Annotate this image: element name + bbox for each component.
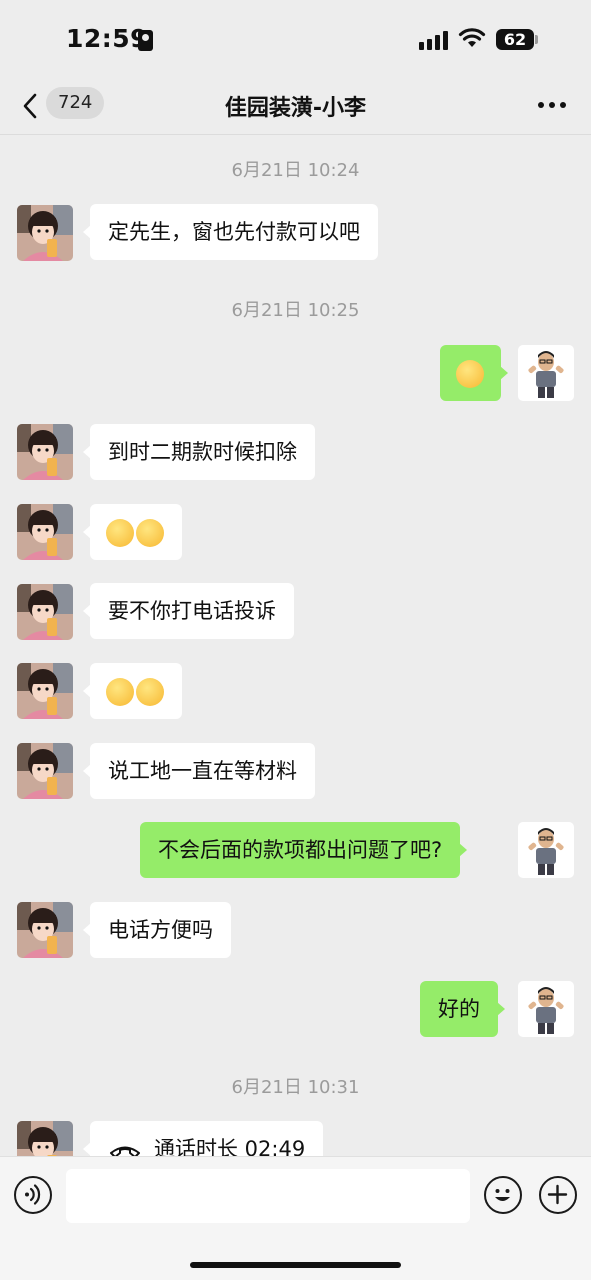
message-bubble-outgoing[interactable]: 不会后面的款项都出问题了吧? (140, 822, 468, 878)
rolling-laughing-emoji (106, 519, 134, 547)
message-bubble-incoming[interactable]: 电话方便吗 (83, 902, 231, 958)
shushing-face-emoji (136, 678, 164, 706)
avatar[interactable] (17, 205, 73, 261)
message-timestamp: 6月21日 10:25 (231, 300, 360, 321)
message-bubble-outgoing[interactable]: 好的 (420, 981, 505, 1037)
voice-icon[interactable] (14, 1176, 52, 1214)
avatar[interactable] (17, 743, 73, 799)
message-bubble-incoming[interactable]: 要不你打电话投诉 (83, 583, 294, 639)
avatar[interactable] (17, 424, 73, 480)
avatar[interactable] (17, 902, 73, 958)
avatar[interactable] (17, 663, 73, 719)
battery-icon: 62 (496, 29, 534, 50)
status-bar: 12:59 62 (0, 0, 591, 78)
chat-header: 724 佳园装潢-小李 (0, 78, 591, 134)
status-time: 12:59 (66, 24, 149, 53)
message-timestamp: 6月21日 10:31 (231, 1077, 360, 1098)
avatar[interactable] (17, 584, 73, 640)
message-bubble-incoming[interactable]: 定先生，窗也先付款可以吧 (83, 204, 378, 260)
chat-title: 佳园装潢-小李 (224, 96, 367, 121)
home-indicator[interactable] (190, 1262, 401, 1268)
shushing-face-emoji (106, 678, 134, 706)
persevering-face-emoji (456, 360, 484, 388)
more-dots-icon[interactable] (538, 100, 566, 110)
rolling-laughing-emoji (136, 519, 164, 547)
avatar[interactable] (17, 504, 73, 560)
message-timestamp: 6月21日 10:24 (231, 160, 360, 181)
wifi-icon (458, 28, 486, 47)
message-bubble-incoming[interactable] (83, 504, 182, 560)
avatar[interactable] (518, 822, 574, 878)
avatar[interactable] (518, 345, 574, 401)
message-bubble-incoming[interactable]: 到时二期款时候扣除 (83, 424, 315, 480)
battery-cap (535, 35, 538, 44)
header-divider (0, 134, 591, 135)
message-input[interactable] (66, 1169, 470, 1223)
avatar[interactable] (518, 981, 574, 1037)
portrait-lock-icon (138, 30, 153, 51)
message-bubble-incoming[interactable]: 说工地一直在等材料 (83, 743, 315, 799)
plus-icon[interactable] (539, 1176, 577, 1214)
emoji-icon[interactable] (484, 1176, 522, 1214)
message-bubble-incoming[interactable] (83, 663, 182, 719)
message-bubble-outgoing[interactable] (440, 345, 508, 401)
signal-icon (419, 30, 449, 50)
